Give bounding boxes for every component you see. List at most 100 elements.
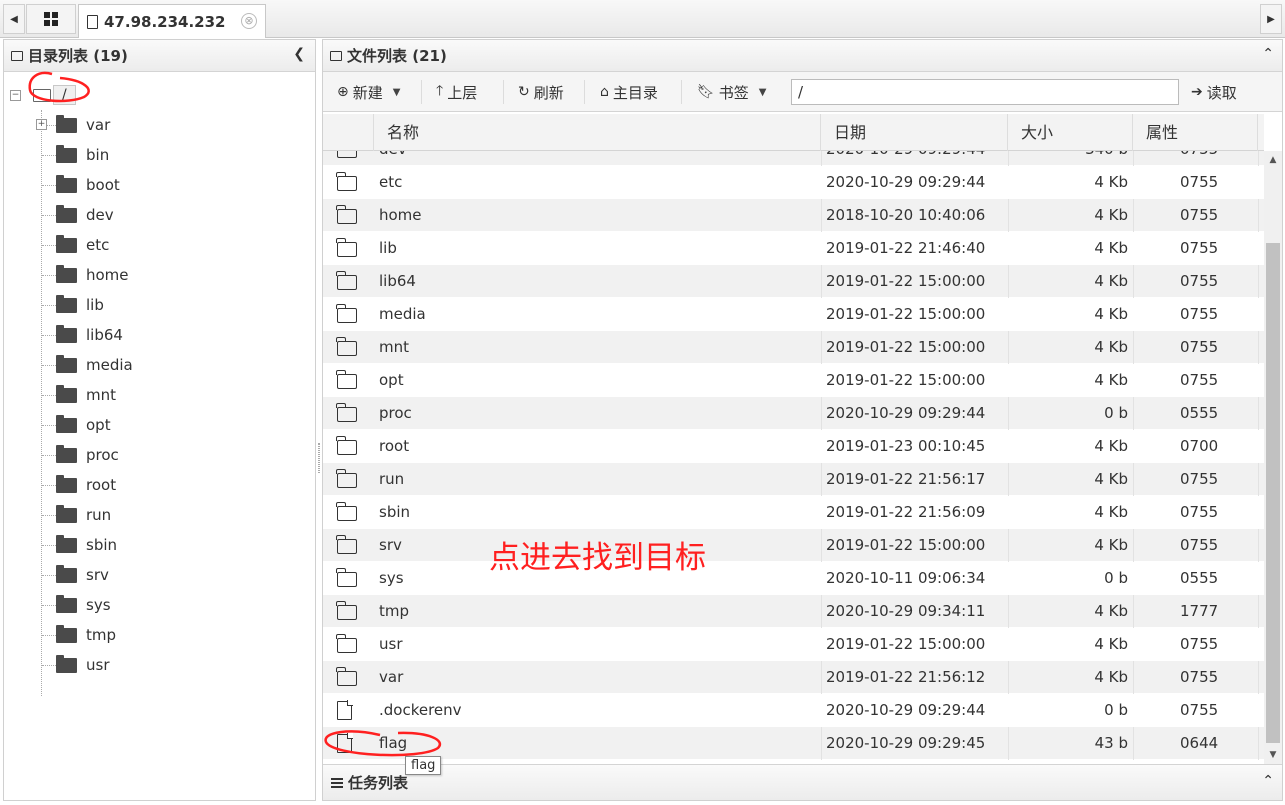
file-name[interactable]: mnt [379,331,409,364]
tree-item-etc[interactable]: etc [34,232,109,258]
table-row[interactable]: usr 2019-01-22 15:00:00 4 Kb 0755 [323,628,1264,661]
table-row[interactable]: root 2019-01-23 00:10:45 4 Kb 0700 [323,430,1264,463]
column-header-size[interactable]: 大小 [1008,114,1133,151]
scrollbar-thumb[interactable] [1266,243,1280,743]
refresh-button[interactable]: ↻ 刷新 [518,72,564,112]
file-name[interactable]: var [379,661,403,694]
collapse-left-icon[interactable]: ❮ [293,46,305,62]
table-row[interactable]: mnt 2019-01-22 15:00:00 4 Kb 0755 [323,331,1264,364]
expand-icon[interactable]: + [36,119,47,130]
file-name[interactable]: dev [379,151,407,166]
tree-item-srv[interactable]: srv [34,562,109,588]
vertical-scrollbar[interactable]: ▲ ▼ [1264,151,1282,764]
root-label[interactable]: / [53,85,76,105]
tab-home[interactable] [26,4,76,34]
file-name[interactable]: lib64 [379,265,416,298]
table-row[interactable]: tmp 2020-10-29 09:34:11 4 Kb 1777 [323,595,1264,628]
file-name[interactable]: flag [379,727,407,760]
column-header-date[interactable]: 日期 [821,114,1008,151]
tab-host[interactable]: 47.98.234.232 ⊗ [78,4,266,38]
read-button[interactable]: ➔ 读取 [1191,72,1237,112]
path-input[interactable] [791,79,1179,105]
tree-item-run[interactable]: run [34,502,111,528]
list-icon [331,777,343,788]
tree-item-var[interactable]: + var [34,112,110,138]
scroll-right-arrow-icon[interactable]: ▶ [1260,4,1282,34]
column-header-name[interactable]: 名称 [374,114,821,151]
tree-item-bin[interactable]: bin [34,142,109,168]
collapse-up-icon[interactable]: ⌃ [1262,46,1274,62]
file-name[interactable]: tmp [379,595,409,628]
tree-item-lib64[interactable]: lib64 [34,322,123,348]
file-date: 2019-01-22 15:00:00 [826,305,986,323]
tree-root[interactable]: − / [10,82,76,108]
file-size: 340 b [1013,151,1128,166]
table-row[interactable]: dev 2020-10-29 09:29:44 340 b 0755 [323,151,1264,166]
file-name[interactable]: media [379,298,426,331]
folder-icon [56,234,77,253]
scroll-up-arrow-icon[interactable]: ▲ [1264,151,1282,169]
table-row[interactable]: lib 2019-01-22 21:46:40 4 Kb 0755 [323,232,1264,265]
table-row[interactable]: lib64 2019-01-22 15:00:00 4 Kb 0755 [323,265,1264,298]
tree-item-proc[interactable]: proc [34,442,119,468]
file-name[interactable]: .dockerenv [379,694,462,727]
new-button[interactable]: ⊕ 新建 ▼ [337,72,400,112]
tree-item-lib[interactable]: lib [34,292,104,318]
scroll-left-arrow-icon[interactable]: ◀ [3,4,25,34]
tree-item-mnt[interactable]: mnt [34,382,116,408]
task-panel-header[interactable]: 任务列表 ⌃ [323,764,1282,800]
file-date: 2018-10-20 10:40:06 [826,206,986,224]
bookmark-button[interactable]: 🔖︎ 书签 ▼ [697,72,767,112]
table-row[interactable]: proc 2020-10-29 09:29:44 0 b 0555 [323,397,1264,430]
tree-item-label: home [86,266,129,284]
file-name[interactable]: run [379,463,404,496]
collapse-root-icon[interactable]: − [10,89,21,101]
tree-item-label: dev [86,206,114,224]
tree-item-opt[interactable]: opt [34,412,111,438]
home-button[interactable]: ⌂ 主目录 [600,72,658,112]
file-name[interactable]: home [379,199,422,232]
tree-item-media[interactable]: media [34,352,133,378]
file-name[interactable]: srv [379,529,402,562]
file-name[interactable]: proc [379,397,412,430]
up-button[interactable]: 🡑 上层 [436,72,477,112]
table-row[interactable]: media 2019-01-22 15:00:00 4 Kb 0755 [323,298,1264,331]
file-name[interactable]: etc [379,166,402,199]
bookmark-icon: 🔖︎ [697,84,715,100]
column-header-attr[interactable]: 属性 [1133,114,1258,151]
table-row[interactable]: sys 2020-10-11 09:06:34 0 b 0555 [323,562,1264,595]
tree-item-sbin[interactable]: sbin [34,532,117,558]
panel-splitter[interactable] [317,39,321,801]
table-row[interactable]: flag 2020-10-29 09:29:45 43 b 0644 [323,727,1264,760]
scroll-down-arrow-icon[interactable]: ▼ [1264,746,1282,764]
file-name[interactable]: lib [379,232,397,265]
folder-icon [336,535,357,554]
table-row[interactable]: etc 2020-10-29 09:29:44 4 Kb 0755 [323,166,1264,199]
file-name[interactable]: usr [379,628,403,661]
collapse-up-icon[interactable]: ⌃ [1262,773,1274,789]
folder-icon [56,504,77,523]
tree-item-label: sys [86,596,111,614]
table-row[interactable]: srv 2019-01-22 15:00:00 4 Kb 0755 [323,529,1264,562]
tab-close-icon[interactable]: ⊗ [241,13,257,29]
tree-item-home[interactable]: home [34,262,129,288]
tree-item-boot[interactable]: boot [34,172,120,198]
file-name[interactable]: sbin [379,496,410,529]
table-row[interactable]: opt 2019-01-22 15:00:00 4 Kb 0755 [323,364,1264,397]
file-name[interactable]: sys [379,562,404,595]
table-row[interactable]: sbin 2019-01-22 21:56:09 4 Kb 0755 [323,496,1264,529]
grid-icon [44,12,58,26]
file-list: dev 2020-10-29 09:29:44 340 b 0755 etc 2020-1… [323,151,1264,764]
tree-item-root[interactable]: root [34,472,116,498]
tree-item-tmp[interactable]: tmp [34,622,116,648]
tree-item-dev[interactable]: dev [34,202,114,228]
table-row[interactable]: run 2019-01-22 21:56:17 4 Kb 0755 [323,463,1264,496]
tree-item-usr[interactable]: usr [34,652,110,678]
file-name[interactable]: opt [379,364,404,397]
file-date: 2019-01-23 00:10:45 [826,437,986,455]
tree-item-sys[interactable]: sys [34,592,111,618]
table-row[interactable]: home 2018-10-20 10:40:06 4 Kb 0755 [323,199,1264,232]
table-row[interactable]: .dockerenv 2020-10-29 09:29:44 0 b 0755 [323,694,1264,727]
table-row[interactable]: var 2019-01-22 21:56:12 4 Kb 0755 [323,661,1264,694]
file-name[interactable]: root [379,430,409,463]
